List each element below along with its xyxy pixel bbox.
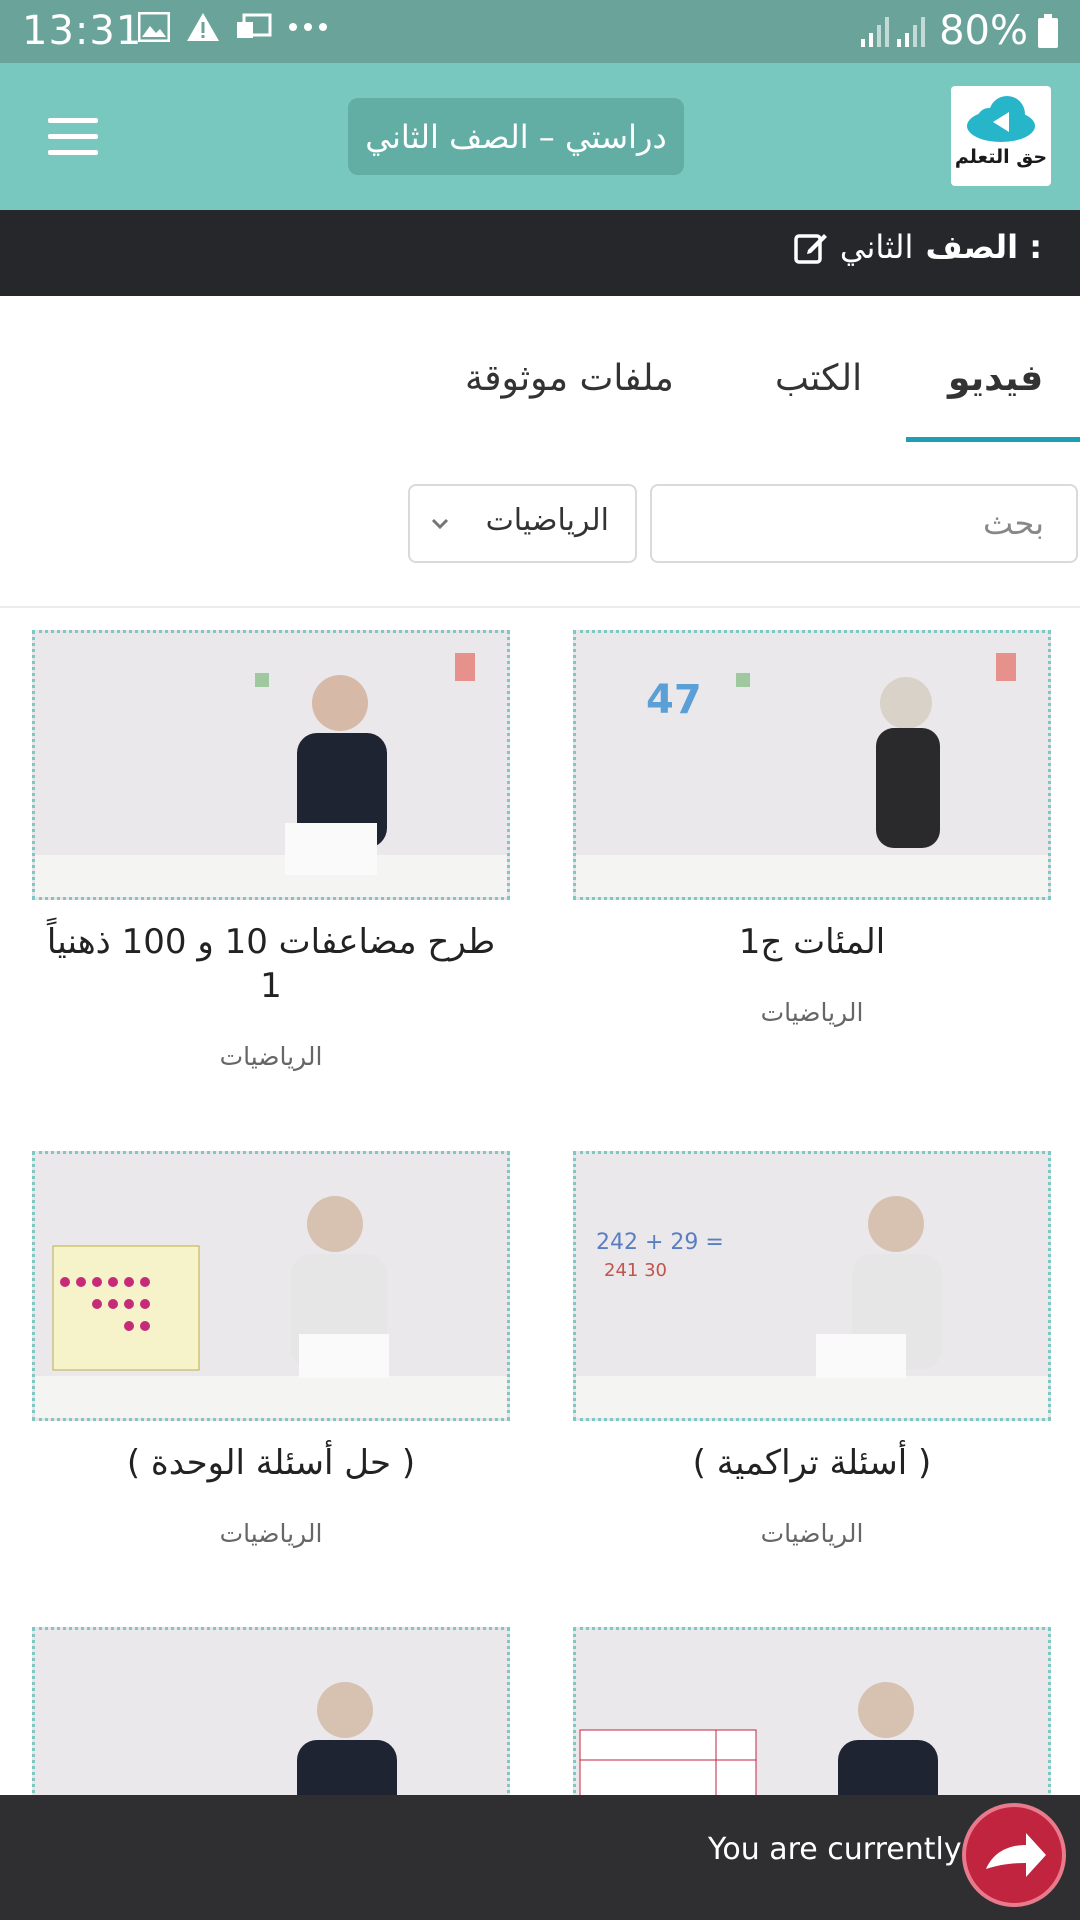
battery-percent: 80%: [939, 8, 1028, 54]
video-title[interactable]: طرح مضاعفات 10 و 100 ذهنياً 1: [32, 920, 510, 1008]
video-thumbnail[interactable]: [32, 1151, 510, 1421]
video-title[interactable]: ( حل أسئلة الوحدة ): [32, 1441, 510, 1485]
image-icon: [138, 12, 170, 42]
grade-label: الصف :: [925, 228, 1042, 266]
status-right: 80%: [859, 8, 1058, 54]
banner-text: You are currently o: [708, 1832, 990, 1867]
warning-icon: [187, 13, 219, 41]
notification-icons: [138, 12, 328, 42]
grade-selector[interactable]: الثاني الصف :: [794, 228, 1042, 266]
app-bar: دراستي – الصف الثاني حق التعلم: [0, 63, 1080, 210]
video-subject: الرياضيات: [760, 998, 864, 1027]
logo-text: حق التعلم: [954, 146, 1048, 168]
share-button[interactable]: [962, 1803, 1066, 1907]
tab-video[interactable]: فيديو: [948, 358, 1043, 418]
grade-value: الثاني: [839, 228, 914, 266]
chevron-down-icon: [431, 518, 449, 530]
cloud-play-icon: [967, 96, 1035, 142]
video-thumbnail[interactable]: 242 + 29 = 241 30: [573, 1151, 1051, 1421]
active-tab-indicator: [906, 437, 1080, 442]
app-title[interactable]: دراستي – الصف الثاني: [348, 98, 684, 175]
svg-text:47: 47: [646, 677, 702, 723]
search-input[interactable]: بحث: [650, 484, 1078, 563]
status-time: 13:31: [22, 8, 143, 54]
more-icon: [289, 23, 327, 31]
hamburger-icon: [48, 118, 98, 123]
video-thumbnail[interactable]: [32, 630, 510, 900]
signal-icon: [861, 17, 926, 47]
share-arrow-icon: [986, 1833, 1046, 1877]
tab-trusted-files[interactable]: ملفات موثوقة: [465, 358, 674, 418]
battery-icon: [1038, 14, 1058, 48]
status-bar: 13:31 80%: [0, 0, 1080, 63]
video-subject: الرياضيات: [760, 1519, 864, 1548]
video-title[interactable]: المئات ج1: [573, 920, 1051, 964]
subject-select-value: الرياضيات: [485, 503, 609, 538]
edit-icon[interactable]: [794, 230, 828, 264]
app-logo[interactable]: حق التعلم: [951, 86, 1051, 186]
subject-select[interactable]: الرياضيات: [408, 484, 637, 563]
mail-icon: [237, 13, 272, 38]
divider: [0, 606, 1080, 608]
grade-bar: الثاني الصف :: [0, 210, 1080, 296]
video-thumbnail[interactable]: 47: [573, 630, 1051, 900]
menu-button[interactable]: [48, 118, 98, 156]
svg-text:241 30: 241 30: [604, 1260, 667, 1281]
video-subject: الرياضيات: [219, 1042, 323, 1071]
tab-books[interactable]: الكتب: [775, 358, 862, 418]
video-title[interactable]: ( أسئلة تراكمية ): [573, 1441, 1051, 1485]
bottom-banner: You are currently o: [0, 1795, 1080, 1920]
svg-text:242 + 29 =: 242 + 29 =: [596, 1230, 724, 1255]
video-subject: الرياضيات: [219, 1519, 323, 1548]
content-tabs: فيديو الكتب ملفات موثوقة: [0, 340, 1080, 445]
